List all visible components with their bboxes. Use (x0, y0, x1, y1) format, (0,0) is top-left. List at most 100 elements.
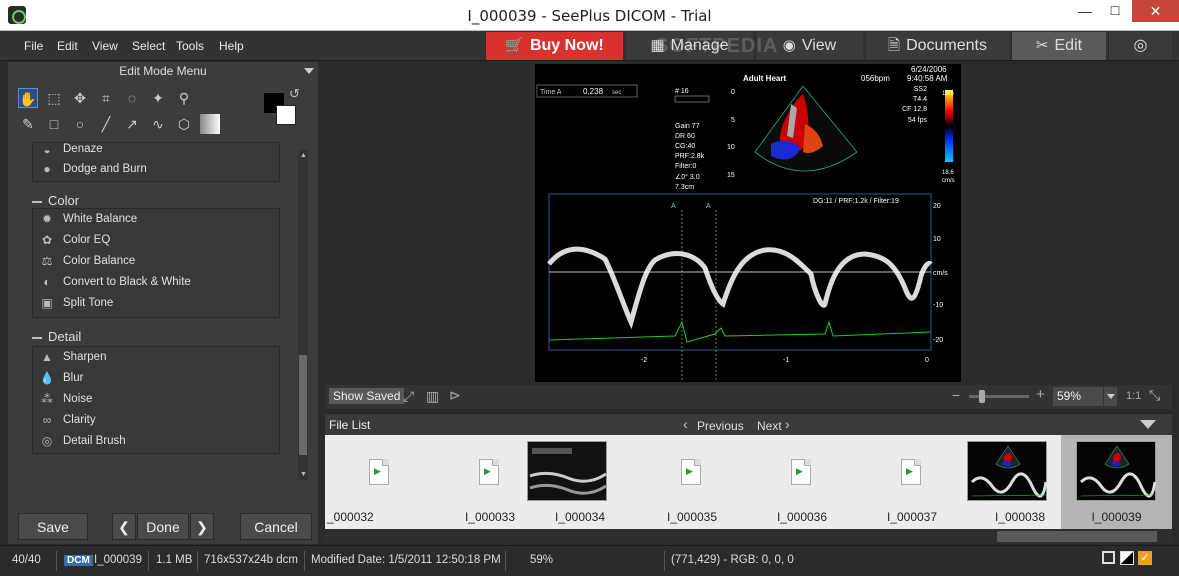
dicom-image[interactable]: 6/24/2006 Adult Heart 056bpm 9:40:58 AM … (535, 64, 961, 382)
next-button[interactable]: Next (757, 419, 782, 433)
previous-arrow-button[interactable]: ❮ (112, 513, 136, 540)
denaze-label: Denaze (63, 143, 103, 155)
zoom-out-icon[interactable]: − (952, 387, 960, 403)
image-viewer[interactable]: 6/24/2006 Adult Heart 056bpm 9:40:58 AM … (325, 62, 1172, 383)
gradient-tool-icon[interactable] (200, 114, 220, 134)
background-color-swatch[interactable] (276, 105, 296, 125)
us-bpm: 056bpm (861, 74, 890, 83)
cancel-button[interactable]: Cancel (240, 513, 312, 540)
zoom-input[interactable]: 59% (1053, 387, 1103, 406)
lasso-tool-icon[interactable]: ◌ (122, 88, 142, 108)
list-item-denaze[interactable]: ◒ Denaze (33, 143, 279, 159)
list-item-dodge-burn[interactable]: ● Dodge and Burn (33, 159, 279, 180)
color-balance-label: Color Balance (63, 255, 136, 267)
eyedropper-icon[interactable]: ⚲ (174, 88, 194, 108)
scroll-down-icon[interactable]: ▼ (300, 471, 307, 478)
blur-label: Blur (63, 372, 84, 384)
menu-select[interactable]: Select (132, 39, 165, 53)
collapse-file-list-icon[interactable] (1140, 420, 1156, 429)
tab-preview[interactable]: ◎ (1108, 32, 1172, 60)
menu-view[interactable]: View (92, 39, 118, 53)
ellipse-tool-icon[interactable]: ○ (70, 114, 90, 134)
edit-mode-menu-header[interactable]: Edit Mode Menu (8, 62, 318, 80)
curve-tool-icon[interactable]: ∿ (148, 114, 168, 134)
swap-colors-icon[interactable]: ↺ (289, 86, 300, 102)
actual-size-button[interactable]: 1:1 (1126, 390, 1141, 402)
tab-documents[interactable]: 🗎 Documents (865, 32, 1009, 60)
thumbnail-scroll-thumb[interactable] (997, 531, 1157, 542)
thumbnail-item[interactable]: _000032 (325, 435, 435, 529)
menu-tools[interactable]: Tools (176, 39, 204, 53)
zoom-in-icon[interactable]: + (1036, 386, 1045, 403)
panel-scroll-thumb[interactable] (299, 355, 307, 455)
next-arrow-button[interactable]: ❯ (190, 513, 214, 540)
split-tone-label: Split Tone (63, 297, 114, 309)
color-group: ✹ White Balance ✿ Color EQ ⚖ Color Balance … (32, 208, 280, 318)
thumbnail-item[interactable]: I_000037 (857, 435, 967, 529)
expand-icon[interactable]: ⤡ (1149, 387, 1160, 404)
title-bar: I_000039 - SeePlus DICOM - Trial — ☐ ✕ (0, 0, 1179, 31)
select-tool-icon[interactable]: ⬚ (44, 88, 64, 108)
panel-scrollbar[interactable]: ▲ ▼ (298, 150, 308, 480)
minimize-button[interactable]: — (1070, 0, 1100, 22)
polygon-tool-icon[interactable]: ⬡ (174, 114, 194, 134)
zoom-slider[interactable] (969, 390, 1029, 403)
tonal-group: ◒ Denaze ● Dodge and Burn (32, 142, 280, 182)
buy-now-button[interactable]: 🛒 Buy Now! (485, 32, 623, 60)
crop-tool-icon[interactable]: ⌗ (96, 88, 116, 108)
done-button[interactable]: Done (137, 513, 189, 540)
list-item-sharpen[interactable]: ▲ Sharpen (33, 347, 279, 368)
list-item-blur[interactable]: 💧 Blur (33, 368, 279, 389)
arrow-tool-icon[interactable]: ↗ (122, 114, 142, 134)
collapse-icon (32, 200, 42, 203)
chevron-left-icon[interactable]: ‹ (683, 416, 688, 432)
chevron-right-icon[interactable]: › (785, 416, 790, 432)
menu-edit[interactable]: Edit (57, 39, 78, 53)
hand-tool-icon[interactable]: ✋ (18, 88, 38, 108)
check-icon[interactable]: ✓ (1138, 551, 1152, 565)
menu-help[interactable]: Help (219, 39, 244, 53)
us-ytick-20: 20 (933, 203, 941, 210)
save-button[interactable]: Save (18, 513, 88, 540)
palette-icon: ✿ (41, 233, 53, 247)
frame-toggle-icon[interactable] (1102, 551, 1115, 564)
fit-screen-icon[interactable]: ⤢ (403, 388, 414, 405)
list-item-split-tone[interactable]: ▣ Split Tone (33, 293, 279, 314)
detail-section-header[interactable]: Detail (32, 329, 81, 344)
divider (197, 551, 198, 571)
scroll-up-icon[interactable]: ▲ (300, 152, 307, 159)
histogram-icon[interactable]: ▥ (426, 388, 439, 405)
thumbnail-item[interactable]: I_000038 (965, 435, 1075, 529)
list-item-convert-bw[interactable]: ◐ Convert to Black & White (33, 272, 279, 293)
zoom-dropdown[interactable] (1103, 387, 1117, 406)
thumbnail-label: I_000037 (886, 510, 938, 524)
list-item-color-balance[interactable]: ⚖ Color Balance (33, 251, 279, 272)
thumbnail-item[interactable]: I_000034 (525, 435, 635, 529)
contrast-toggle-icon[interactable] (1120, 551, 1134, 565)
rectangle-tool-icon[interactable]: □ (44, 114, 64, 134)
list-item-color-eq[interactable]: ✿ Color EQ (33, 230, 279, 251)
transform-tool-icon[interactable]: ✥ (70, 88, 90, 108)
list-item-noise[interactable]: ⁂ Noise (33, 389, 279, 410)
thumbnail-scrollbar[interactable] (325, 529, 1172, 544)
magic-wand-icon[interactable]: ✦ (148, 88, 168, 108)
previous-button[interactable]: Previous (697, 419, 744, 433)
maximize-button[interactable]: ☐ (1100, 0, 1130, 22)
noise-icon: ⁂ (41, 392, 53, 406)
thumbnail-item[interactable]: I_000036 (747, 435, 857, 529)
brush-tool-icon[interactable]: ✎ (18, 114, 38, 134)
thumbnail-item[interactable]: I_000035 (637, 435, 747, 529)
line-tool-icon[interactable]: ╱ (96, 114, 116, 134)
list-item-white-balance[interactable]: ✹ White Balance (33, 209, 279, 230)
show-saved-button[interactable]: Show Saved (329, 388, 405, 404)
close-button[interactable]: ✕ (1132, 0, 1179, 22)
play-icon[interactable]: ⊳ (449, 387, 461, 404)
zoom-slider-handle[interactable] (979, 390, 985, 403)
menu-file[interactable]: File (24, 39, 43, 53)
list-item-detail-brush[interactable]: ◎ Detail Brush (33, 431, 279, 452)
color-section-header[interactable]: Color (32, 193, 79, 208)
list-item-clarity[interactable]: ∞ Clarity (33, 410, 279, 431)
us-frame: # 16 (675, 88, 689, 95)
tab-edit[interactable]: ✂ Edit (1011, 32, 1106, 60)
thumbnail-item-selected[interactable]: I_000039 (1061, 435, 1172, 529)
